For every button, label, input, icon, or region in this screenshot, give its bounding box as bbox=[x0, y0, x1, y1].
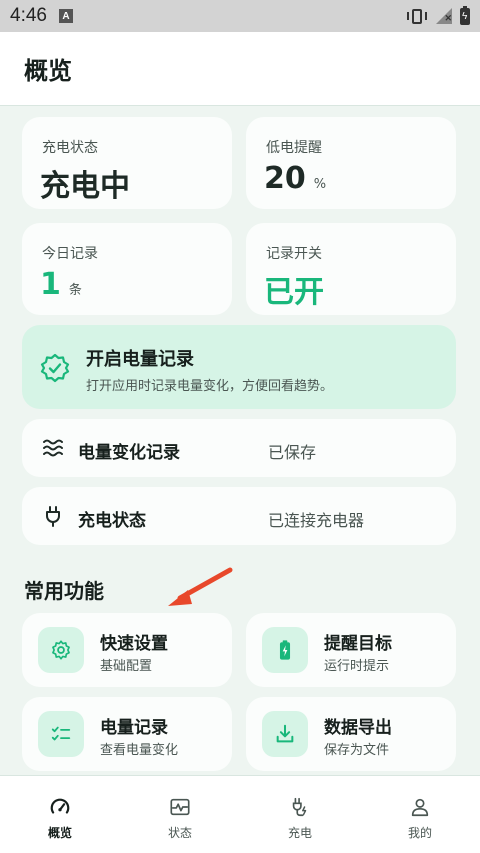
row-value: 已连接充电器 bbox=[268, 511, 365, 530]
checklist-icon bbox=[51, 726, 71, 741]
vibrate-icon bbox=[406, 8, 428, 24]
nav-item-overview[interactable]: 概览 bbox=[0, 776, 120, 853]
stat-unit: 条 bbox=[68, 283, 82, 298]
nav-item-status[interactable]: 状态 bbox=[120, 776, 240, 853]
function-data-export[interactable]: 数据导出 保存为文件 bbox=[246, 697, 456, 771]
row-battery-change-records[interactable]: 电量变化记录 已保存 bbox=[22, 419, 456, 477]
stat-label: 充电状态 bbox=[42, 140, 98, 156]
stat-value: 1 bbox=[40, 267, 61, 302]
status-bar: 4:46 A ✕ ϟ bbox=[0, 0, 480, 32]
function-battery-records[interactable]: 电量记录 查看电量变化 bbox=[22, 697, 232, 771]
stat-label: 今日记录 bbox=[42, 246, 98, 262]
banner-description: 打开应用时记录电量变化，方便回看趋势。 bbox=[86, 379, 334, 394]
stat-value: 已开 bbox=[264, 275, 324, 310]
notification-a-icon: A bbox=[58, 9, 73, 23]
row-label: 充电状态 bbox=[78, 511, 146, 531]
bottom-navigation: 概览 状态 充电 我的 bbox=[0, 775, 480, 853]
stat-label: 记录开关 bbox=[266, 246, 322, 262]
function-subtitle: 保存为文件 bbox=[324, 743, 390, 758]
stat-value: 20 bbox=[264, 161, 306, 196]
enable-recording-banner[interactable]: 开启电量记录 打开应用时记录电量变化，方便回看趋势。 bbox=[22, 325, 456, 409]
function-subtitle: 查看电量变化 bbox=[100, 743, 179, 758]
stat-label: 低电提醒 bbox=[266, 140, 322, 156]
row-charging-status[interactable]: 充电状态 已连接充电器 bbox=[22, 487, 456, 545]
function-quick-settings[interactable]: 快速设置 基础配置 bbox=[22, 613, 232, 687]
nav-item-charging[interactable]: 充电 bbox=[240, 776, 360, 853]
gear-icon bbox=[52, 640, 70, 660]
app-bar: 概览 bbox=[0, 32, 480, 106]
section-title-common-functions: 常用功能 bbox=[24, 579, 104, 603]
signal-icon: ✕ bbox=[436, 8, 452, 24]
function-subtitle: 基础配置 bbox=[100, 659, 153, 674]
row-label: 电量变化记录 bbox=[78, 443, 180, 463]
function-subtitle: 运行时提示 bbox=[324, 659, 390, 674]
function-reminder-target[interactable]: 提醒目标 运行时提示 bbox=[246, 613, 456, 687]
function-title: 快速设置 bbox=[100, 634, 168, 654]
function-icon-box bbox=[38, 711, 84, 757]
plug-icon bbox=[46, 506, 60, 527]
page-title: 概览 bbox=[24, 57, 72, 85]
function-title: 提醒目标 bbox=[324, 634, 392, 654]
nav-item-profile[interactable]: 我的 bbox=[360, 776, 480, 853]
charger-plug-icon bbox=[292, 797, 307, 817]
stat-card-charging-status: 充电状态 充电中 bbox=[22, 117, 232, 209]
stat-unit: % bbox=[313, 177, 327, 192]
waves-icon bbox=[43, 439, 63, 457]
function-icon-box bbox=[38, 627, 84, 673]
nav-label: 我的 bbox=[407, 826, 432, 840]
verified-badge-icon bbox=[40, 353, 70, 383]
battery-icon: ϟ bbox=[460, 5, 470, 25]
row-value: 已保存 bbox=[268, 443, 317, 462]
annotation-arrow bbox=[168, 567, 233, 606]
nav-label: 状态 bbox=[167, 826, 192, 840]
stat-value: 充电中 bbox=[40, 169, 130, 204]
main-content: 充电状态 充电中 低电提醒 20 % 今日记录 1 条 记录开关 已开 开启电量… bbox=[0, 107, 480, 775]
battery-charging-icon bbox=[279, 640, 291, 660]
function-icon-box bbox=[262, 627, 308, 673]
nav-label: 充电 bbox=[287, 826, 312, 840]
function-icon-box bbox=[262, 711, 308, 757]
download-icon bbox=[276, 724, 294, 743]
function-title: 电量记录 bbox=[100, 718, 168, 738]
nav-label: 概览 bbox=[47, 826, 72, 840]
person-icon bbox=[411, 798, 429, 817]
status-time: 4:46 bbox=[10, 5, 47, 26]
pulse-icon bbox=[170, 798, 190, 816]
stat-card-low-battery-alert: 低电提醒 20 % bbox=[246, 117, 456, 209]
speedometer-icon bbox=[50, 798, 70, 814]
banner-title: 开启电量记录 bbox=[86, 349, 194, 370]
stat-card-record-switch: 记录开关 已开 bbox=[246, 223, 456, 315]
stat-card-today-records: 今日记录 1 条 bbox=[22, 223, 232, 315]
function-title: 数据导出 bbox=[324, 718, 392, 738]
